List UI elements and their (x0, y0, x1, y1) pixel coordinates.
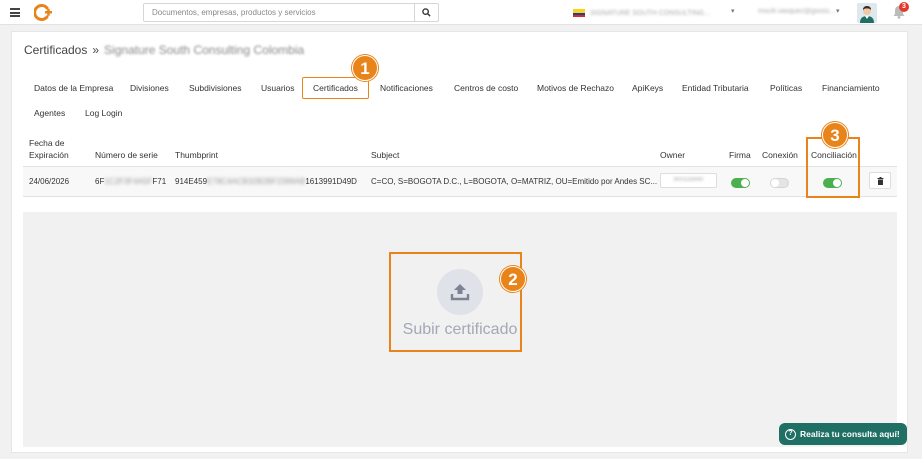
company-selector[interactable]: SIGNATURE SOUTH CONSULTING... ▾ (573, 7, 748, 19)
breadcrumb: Certificados » Signature South Consulting … (24, 43, 304, 57)
menu-icon[interactable] (10, 8, 20, 17)
cell-serial: 6F1C2F3F4A5FF71 (95, 177, 166, 186)
trash-icon (877, 176, 883, 185)
tab-certificados[interactable]: Certificados (302, 77, 369, 99)
step-badge-3: 3 (822, 122, 848, 148)
header-subject: Subject (371, 150, 400, 160)
delete-button[interactable] (869, 172, 891, 189)
owner-field[interactable]: 900328990 (660, 173, 717, 188)
step-badge-1: 1 (352, 55, 378, 81)
tab-financiamiento[interactable]: Financiamiento (822, 83, 880, 93)
search-box (143, 3, 439, 22)
tab-subdivisiones[interactable]: Subdivisiones (189, 83, 241, 93)
search-button[interactable] (414, 4, 438, 21)
chevron-down-icon: ▾ (731, 8, 735, 15)
tab-centros-costo[interactable]: Centros de costo (454, 83, 518, 93)
tab-log-login[interactable]: Log Login (85, 108, 122, 118)
header-thumbprint: Thumbprint (175, 150, 218, 160)
help-chat-label: Realiza tu consulta aquí! (800, 429, 900, 439)
cell-expiration: 24/06/2026 (29, 177, 70, 186)
colombia-flag-icon (573, 9, 585, 17)
owner-value: 900328990 (673, 177, 704, 183)
cell-serial-start: 6F (95, 177, 105, 186)
header-owner: Owner (660, 150, 686, 160)
tab-motivos-rechazo[interactable]: Motivos de Rechazo (537, 83, 614, 93)
user-avatar-icon (857, 3, 877, 23)
avatar[interactable] (857, 3, 877, 23)
tab-notificaciones[interactable]: Notificaciones (380, 83, 433, 93)
cell-subject: C=CO, S=BOGOTA D.C., L=BOGOTA, O=MATRIZ,… (371, 177, 658, 186)
tab-usuarios[interactable]: Usuarios (261, 83, 295, 93)
tab-agentes[interactable]: Agentes (34, 108, 65, 118)
header-conexion: Conexión (762, 150, 798, 160)
header-expiration: Fecha de Expiración (29, 137, 69, 161)
cell-serial-end: F71 (152, 177, 167, 186)
cell-thumbprint-hidden: E78C4ACB32B2BF2399AB (207, 177, 306, 186)
tab-divisiones[interactable]: Divisiones (130, 83, 169, 93)
highlight-upload-area (389, 252, 522, 352)
firma-toggle[interactable] (731, 178, 750, 188)
step-badge-2: 2 (500, 266, 526, 292)
header-expiration-line2: Expiración (29, 150, 69, 160)
cell-thumbprint: 914E459E78C4ACB32B2BF2399AB1613991D49D (175, 177, 357, 186)
breadcrumb-company: Signature South Consulting Colombia (104, 43, 305, 57)
tab-apikeys[interactable]: ApiKeys (632, 83, 663, 93)
question-icon: ? (785, 428, 796, 440)
cell-thumbprint-start: 914E459 (175, 177, 208, 186)
header-firma: Firma (729, 150, 751, 160)
notification-badge: 3 (899, 2, 909, 12)
app-logo-icon[interactable] (34, 4, 52, 21)
tab-entidad-tributaria[interactable]: Entidad Tributaria (682, 83, 749, 93)
cell-thumbprint-end: 1613991D49D (305, 177, 357, 186)
user-email[interactable]: mscifi.vasquez@gsoss... (758, 8, 835, 15)
top-bar: SIGNATURE SOUTH CONSULTING... ▾ mscifi.v… (0, 0, 922, 25)
breadcrumb-separator: » (92, 43, 100, 57)
search-icon (422, 8, 431, 17)
company-name: SIGNATURE SOUTH CONSULTING... (590, 9, 710, 17)
header-serial: Número de serie (95, 150, 158, 160)
search-input[interactable] (144, 4, 414, 21)
conexion-toggle[interactable] (770, 178, 789, 188)
header-expiration-line1: Fecha de (29, 138, 65, 148)
tab-politicas[interactable]: Políticas (770, 83, 802, 93)
page-title: Certificados (24, 43, 88, 57)
cell-serial-hidden: 1C2F3F4A5F (104, 177, 153, 186)
help-chat-button[interactable]: ? Realiza tu consulta aquí! (779, 423, 907, 445)
chevron-down-icon[interactable]: ▾ (836, 7, 840, 15)
tab-datos-empresa[interactable]: Datos de la Empresa (34, 83, 113, 93)
